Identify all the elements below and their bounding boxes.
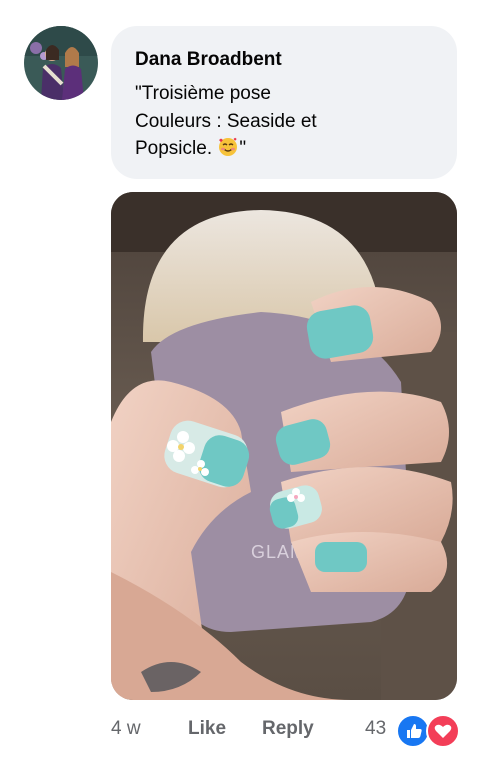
timestamp[interactable]: 4 w xyxy=(111,718,141,740)
comment-text-line-2: Couleurs : Seaside et xyxy=(135,110,317,132)
comment-photo[interactable]: GLAMPDIP xyxy=(111,192,457,700)
avatar[interactable] xyxy=(24,26,98,100)
nail-photo-image: GLAMPDIP xyxy=(111,192,457,700)
love-icon[interactable] xyxy=(426,714,460,748)
comment-text-line-3: Popsicle. " xyxy=(135,135,433,163)
comment-actions: 4 w Like Reply 43 xyxy=(0,712,480,748)
comment-trailing-quote: " xyxy=(239,138,247,159)
comment-bubble: Dana Broadbent "Troisième pose Couleurs … xyxy=(111,26,457,179)
smiling-face-with-hearts-icon xyxy=(218,137,238,157)
reaction-count[interactable]: 43 xyxy=(365,718,386,740)
like-button[interactable]: Like xyxy=(188,718,226,740)
comment-author[interactable]: Dana Broadbent xyxy=(135,48,433,72)
comment-text-line-1: "Troisième pose xyxy=(135,83,271,104)
avatar-photo xyxy=(24,26,98,100)
reply-button[interactable]: Reply xyxy=(262,718,314,740)
like-icon[interactable] xyxy=(396,714,430,748)
comment-text-line-3-text: Popsicle. xyxy=(135,138,218,159)
